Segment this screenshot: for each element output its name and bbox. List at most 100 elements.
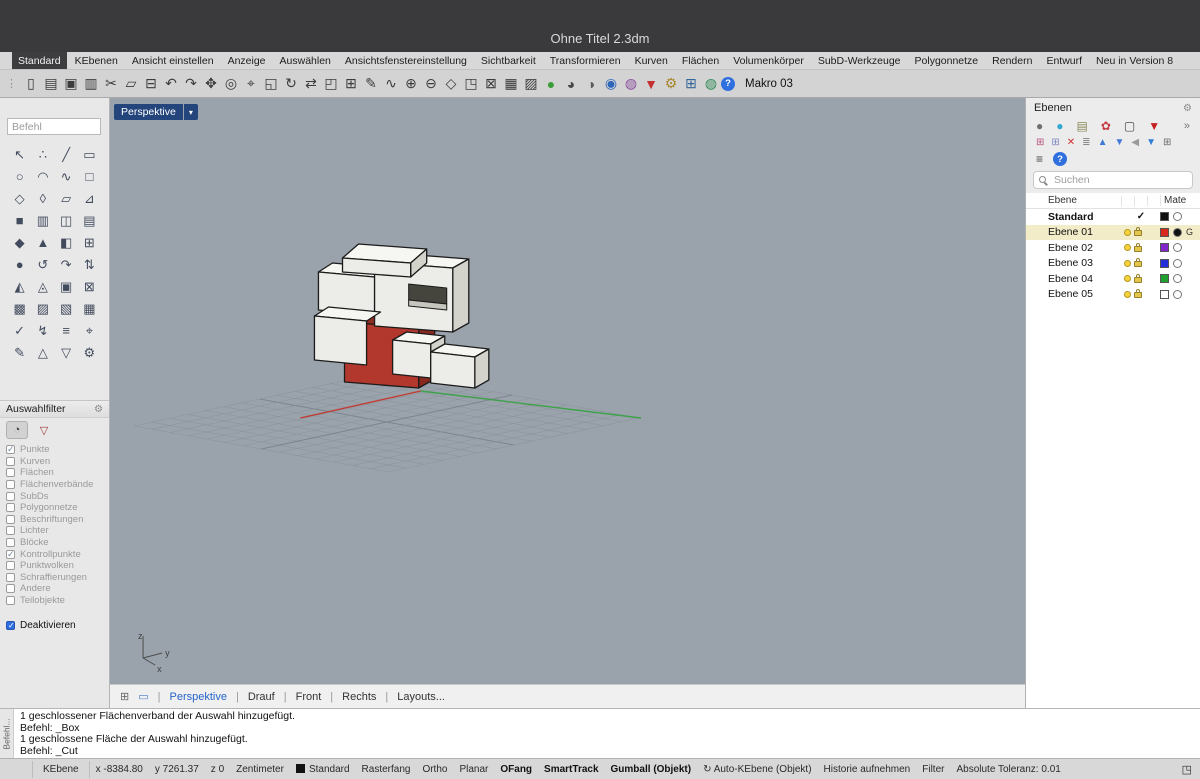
- filter-teilobjekte[interactable]: Teilobjekte: [6, 595, 103, 607]
- viewport-tab-rechts[interactable]: Rechts: [342, 691, 376, 703]
- pan-icon[interactable]: ✥: [201, 73, 221, 95]
- circle-icon[interactable]: ○: [10, 167, 30, 186]
- freeform-curve-icon[interactable]: ∿: [56, 167, 76, 186]
- swap-icon[interactable]: ⇅: [79, 255, 99, 274]
- cone-icon[interactable]: ▲: [33, 233, 53, 252]
- menu-tab-standard[interactable]: Standard: [12, 52, 67, 69]
- layer-row-standard[interactable]: Standard✓: [1026, 209, 1200, 225]
- menu-tab-transformieren[interactable]: Transformieren: [544, 52, 627, 69]
- filter-layers-icon[interactable]: ▼: [1146, 137, 1156, 148]
- redo-curve-icon[interactable]: ↷: [56, 255, 76, 274]
- mesh-tool-icon[interactable]: ▨: [33, 299, 53, 318]
- triangle-up-icon[interactable]: △: [33, 343, 53, 362]
- viewport-grid-icon[interactable]: ⊞: [120, 690, 129, 703]
- trim-icon[interactable]: ⊠: [481, 73, 501, 95]
- wireframe-icon[interactable]: ▦: [79, 299, 99, 318]
- new-layer-icon[interactable]: ⊞: [1036, 137, 1044, 148]
- command-input[interactable]: [7, 118, 101, 135]
- menu-tab-subd-werkzeuge[interactable]: SubD-Werkzeuge: [812, 52, 907, 69]
- toggle-absolute-toleranz-0-01[interactable]: Absolute Toleranz: 0.01: [950, 764, 1066, 775]
- menu-tab-kurven[interactable]: Kurven: [629, 52, 674, 69]
- hatch-tool-icon[interactable]: ▩: [10, 299, 30, 318]
- viewport-single-icon[interactable]: ▭: [138, 690, 148, 703]
- visibility-bulb-icon[interactable]: [1124, 229, 1131, 236]
- array-icon[interactable]: ⊞: [341, 73, 361, 95]
- slab-icon[interactable]: ▥: [33, 211, 53, 230]
- list-icon[interactable]: ≡: [56, 321, 76, 340]
- macro-button[interactable]: Makro 03: [745, 78, 793, 90]
- menu-tab-sichtbarkeit[interactable]: Sichtbarkeit: [475, 52, 542, 69]
- layer-color-swatch[interactable]: [1160, 274, 1169, 283]
- checkbox-icon[interactable]: [6, 573, 15, 582]
- filter-polygonnetze[interactable]: Polygonnetze: [6, 502, 103, 514]
- material-circle[interactable]: [1173, 290, 1182, 299]
- viewport-tab-layouts[interactable]: Layouts...: [397, 691, 445, 703]
- checkbox-icon[interactable]: [6, 480, 15, 489]
- menu-tab-kebenen[interactable]: KEbenen: [69, 52, 124, 69]
- zoom-icon[interactable]: ◎: [221, 73, 241, 95]
- gear-icon[interactable]: ⚙: [1183, 103, 1192, 114]
- lock-icon[interactable]: [1134, 261, 1142, 267]
- shade-tool-icon[interactable]: ▧: [56, 299, 76, 318]
- window-layout-icon[interactable]: ◳: [1174, 763, 1200, 776]
- viewport-perspective[interactable]: zyx Perspektive ▾: [110, 98, 1025, 684]
- visibility-bulb-icon[interactable]: [1124, 275, 1131, 282]
- rectangle-icon[interactable]: ▭: [79, 145, 99, 164]
- menu-tab-flächen[interactable]: Flächen: [676, 52, 725, 69]
- globe-icon[interactable]: ◉: [601, 73, 621, 95]
- viewport-tab-front[interactable]: Front: [296, 691, 322, 703]
- move-layer-down-icon[interactable]: ▼: [1114, 137, 1124, 148]
- half-shade-icon[interactable]: ◧: [56, 233, 76, 252]
- material-circle[interactable]: [1173, 274, 1182, 283]
- properties-tab-icon[interactable]: ●: [1036, 119, 1043, 133]
- check-icon[interactable]: ✓: [10, 321, 30, 340]
- checkbox-icon[interactable]: [6, 515, 15, 524]
- boolean-difference-icon[interactable]: ⊖: [421, 73, 441, 95]
- patch-icon[interactable]: ▣: [56, 277, 76, 296]
- checkbox-icon[interactable]: [6, 492, 15, 501]
- layer-color-swatch[interactable]: [1160, 259, 1169, 268]
- open-file-icon[interactable]: ▤: [41, 73, 61, 95]
- render-settings-tab-icon[interactable]: ✿: [1101, 119, 1111, 133]
- filter-punktwolken[interactable]: Punktwolken: [6, 560, 103, 572]
- checkbox-icon[interactable]: [6, 503, 15, 512]
- lock-icon[interactable]: [1134, 230, 1142, 236]
- menu-tab-volumenkörper[interactable]: Volumenkörper: [727, 52, 810, 69]
- options-gear-icon[interactable]: ⚙: [661, 73, 681, 95]
- filter-beschriftungen[interactable]: Beschriftungen: [6, 514, 103, 526]
- layer-row-ebene-05[interactable]: Ebene 05: [1026, 287, 1200, 303]
- menu-tab-auswählen[interactable]: Auswählen: [274, 52, 337, 69]
- menu-tab-anzeige[interactable]: Anzeige: [222, 52, 272, 69]
- filter-funnel-icon[interactable]: ▼: [641, 73, 661, 95]
- lock-icon[interactable]: [1134, 246, 1142, 252]
- menu-tab-polygonnetze[interactable]: Polygonnetze: [909, 52, 985, 69]
- toggle-gumball-objekt[interactable]: Gumball (Objekt): [605, 764, 698, 775]
- lock-icon[interactable]: [1134, 292, 1142, 298]
- new-sublayer-icon[interactable]: ⊞: [1051, 137, 1059, 148]
- visibility-bulb-icon[interactable]: [1124, 260, 1131, 267]
- pyramid-icon[interactable]: ◭: [10, 277, 30, 296]
- checkbox-icon[interactable]: [6, 468, 15, 477]
- lock-icon[interactable]: [1134, 277, 1142, 283]
- settings-icon[interactable]: ⚙: [79, 343, 99, 362]
- copy-object-icon[interactable]: ◰: [321, 73, 341, 95]
- checkbox-icon[interactable]: [6, 538, 15, 547]
- move-icon[interactable]: ⇄: [301, 73, 321, 95]
- tetrahedron-icon[interactable]: ◬: [33, 277, 53, 296]
- toggle-historie-aufnehmen[interactable]: Historie aufnehmen: [818, 764, 917, 775]
- print-icon[interactable]: ▥: [81, 73, 101, 95]
- menu-tab-ansichtsfenstereinstellung[interactable]: Ansichtsfenstereinstellung: [339, 52, 473, 69]
- layer-color-swatch[interactable]: [1160, 212, 1169, 221]
- checkbox-checked-icon[interactable]: [6, 445, 15, 454]
- toggle-planar[interactable]: Planar: [453, 764, 494, 775]
- surface-icon[interactable]: ▤: [79, 211, 99, 230]
- checkbox-icon[interactable]: [6, 561, 15, 570]
- viewport-tab-perspektive[interactable]: Perspektive: [169, 691, 226, 703]
- filter-lichter[interactable]: Lichter: [6, 525, 103, 537]
- panel-menu-icon[interactable]: ≡: [1036, 152, 1043, 166]
- trim-tool-icon[interactable]: ⊠: [79, 277, 99, 296]
- box-icon[interactable]: ■: [10, 211, 30, 230]
- curve-tools-icon[interactable]: ∿: [381, 73, 401, 95]
- deactivate-filter[interactable]: Deaktivieren: [6, 620, 103, 631]
- array-grid-icon[interactable]: ⊞: [79, 233, 99, 252]
